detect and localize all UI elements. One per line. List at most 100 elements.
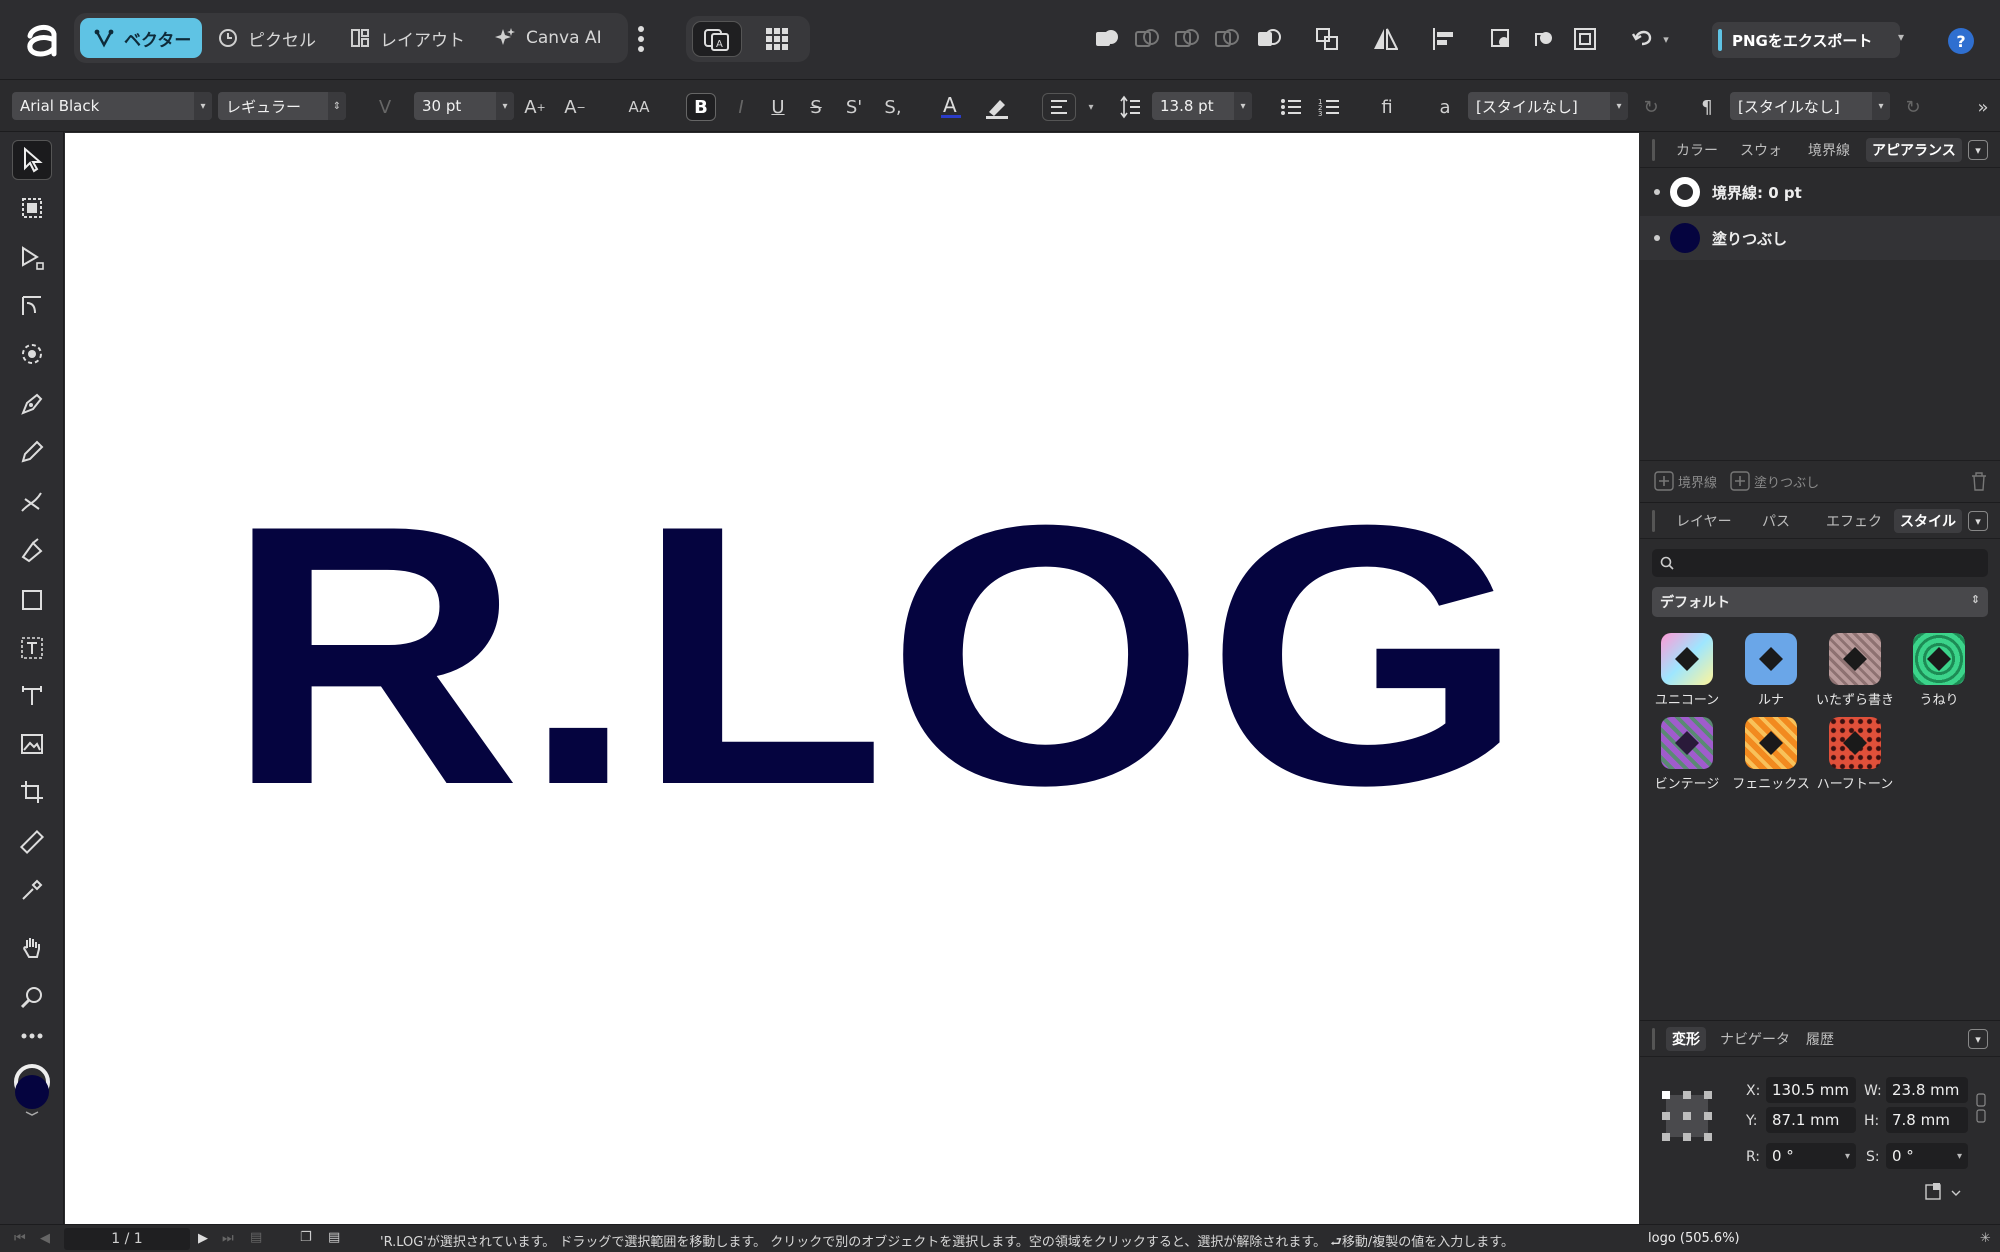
export-png-button[interactable]: PNGをエクスポート bbox=[1712, 22, 1900, 58]
spread-view-icon[interactable]: ❐ bbox=[300, 1230, 312, 1245]
persona-layout[interactable]: レイアウト bbox=[350, 18, 480, 58]
bold-button[interactable]: B bbox=[686, 93, 716, 121]
highlight-icon[interactable] bbox=[984, 93, 1010, 121]
w-field[interactable]: 23.8 mm bbox=[1886, 1077, 1968, 1103]
shear-field[interactable]: 0 ° ▾ bbox=[1886, 1143, 1968, 1169]
styles-category-select[interactable]: デフォルト ⇕ bbox=[1652, 587, 1988, 617]
more-tools-icon[interactable] bbox=[12, 1026, 52, 1046]
collapse-icon[interactable]: ▾ bbox=[1968, 1029, 1988, 1049]
page-field[interactable]: 1 / 1 bbox=[64, 1228, 190, 1250]
corner-tool-icon[interactable] bbox=[12, 286, 52, 326]
numbered-list-icon[interactable]: 123 bbox=[1316, 93, 1342, 121]
export-dropdown-icon[interactable]: ▾ bbox=[1898, 30, 1912, 44]
artistic-text-tool-icon[interactable] bbox=[12, 676, 52, 716]
transform-options-icon[interactable] bbox=[1924, 1181, 1964, 1201]
insert-target-icon[interactable] bbox=[1568, 22, 1602, 56]
prev-page-icon[interactable]: ◀ bbox=[40, 1231, 50, 1246]
italic-button[interactable]: I bbox=[728, 93, 754, 121]
stroke-swatch-icon[interactable] bbox=[1670, 177, 1700, 207]
panel-grip[interactable] bbox=[1652, 510, 1655, 532]
page-view-icon[interactable]: ▤ bbox=[328, 1230, 340, 1245]
leading-field[interactable]: 13.8 pt ▾ bbox=[1152, 92, 1252, 120]
add-page-icon[interactable]: ▤ bbox=[250, 1230, 262, 1245]
boolean-add-icon[interactable] bbox=[1090, 22, 1124, 56]
ligature-button[interactable]: fi bbox=[1374, 93, 1400, 121]
last-page-icon[interactable]: ⏭ bbox=[222, 1231, 234, 1246]
tab-stroke[interactable]: 境界線 bbox=[1802, 138, 1856, 162]
case-button[interactable]: AA bbox=[626, 93, 652, 121]
vector-brush-tool-icon[interactable] bbox=[12, 482, 52, 522]
superscript-button[interactable]: S' bbox=[841, 93, 867, 121]
decrease-font-size-icon[interactable]: A − bbox=[562, 93, 588, 121]
style-vintage[interactable]: ビンテージ bbox=[1648, 717, 1726, 801]
appearance-stroke-row[interactable]: 境界線: 0 pt bbox=[1654, 172, 1984, 212]
star-icon[interactable]: ✳ bbox=[1980, 1231, 1991, 1246]
lock-aspect-icon[interactable] bbox=[1976, 1093, 1986, 1123]
move-tool-icon[interactable] bbox=[12, 140, 52, 180]
text-color-icon[interactable]: A bbox=[938, 93, 964, 121]
paragraph-style-icon[interactable]: ¶ bbox=[1694, 93, 1720, 121]
panel-grip[interactable] bbox=[1652, 1028, 1655, 1050]
refresh-char-style-icon[interactable]: ↻ bbox=[1638, 93, 1664, 121]
add-stroke-button[interactable]: 境界線 bbox=[1654, 471, 1717, 491]
font-size-field[interactable]: 30 pt ▾ bbox=[414, 92, 514, 120]
color-picker-tool-icon[interactable] bbox=[12, 870, 52, 910]
font-family-select[interactable]: Arial Black ▾ bbox=[12, 92, 212, 120]
collapse-icon[interactable]: ▾ bbox=[1968, 140, 1988, 160]
shape-builder-tool-icon[interactable] bbox=[12, 334, 52, 374]
snapping-icon[interactable] bbox=[1526, 22, 1560, 56]
style-swirl[interactable]: うねり bbox=[1900, 633, 1978, 717]
persona-vector[interactable]: ベクター bbox=[80, 18, 202, 58]
transform-origin-icon[interactable] bbox=[1484, 22, 1518, 56]
collapse-icon[interactable]: ▾ bbox=[1968, 511, 1988, 531]
grid-icon[interactable] bbox=[752, 21, 802, 57]
tab-styles[interactable]: スタイル bbox=[1894, 509, 1962, 533]
style-unicorn[interactable]: ユニコーン bbox=[1648, 633, 1726, 717]
appearance-fill-row[interactable]: 塗りつぶし bbox=[1640, 216, 2000, 260]
h-field[interactable]: 7.8 mm bbox=[1886, 1107, 1968, 1133]
undo-dropdown-icon[interactable]: ▾ bbox=[1658, 22, 1674, 56]
boolean-divide-icon[interactable] bbox=[1252, 22, 1286, 56]
rectangle-tool-icon[interactable] bbox=[12, 580, 52, 620]
tab-layers[interactable]: レイヤー bbox=[1670, 509, 1738, 533]
text-frame-icon[interactable]: A bbox=[692, 21, 742, 57]
strikethrough-button[interactable]: S bbox=[803, 93, 829, 121]
tab-color[interactable]: カラー bbox=[1670, 138, 1724, 162]
style-halftone[interactable]: ハーフトーン bbox=[1816, 717, 1894, 801]
fill-stroke-swatch[interactable] bbox=[10, 1062, 54, 1118]
character-style-select[interactable]: [スタイルなし] ▾ bbox=[1468, 92, 1628, 120]
undo-icon[interactable] bbox=[1626, 22, 1660, 56]
style-phoenix[interactable]: フェニックス bbox=[1732, 717, 1810, 801]
pen-tool-icon[interactable] bbox=[12, 384, 52, 424]
image-tool-icon[interactable] bbox=[12, 724, 52, 764]
leading-icon[interactable] bbox=[1118, 93, 1144, 121]
next-page-icon[interactable]: ▶ bbox=[198, 1231, 208, 1246]
rlog-text-object[interactable]: R.LOG bbox=[225, 449, 1525, 862]
x-field[interactable]: 130.5 mm bbox=[1766, 1077, 1856, 1103]
help-icon[interactable]: ? bbox=[1948, 28, 1974, 54]
boolean-intersect-icon[interactable] bbox=[1170, 22, 1204, 56]
persona-pixel[interactable]: ピクセル bbox=[218, 18, 328, 58]
align-left-button[interactable] bbox=[1042, 93, 1076, 121]
styles-search-input[interactable] bbox=[1652, 549, 1988, 577]
pencil-tool-icon[interactable] bbox=[12, 432, 52, 472]
add-fill-button[interactable]: 塗りつぶし bbox=[1730, 471, 1819, 491]
text-frame-tool-icon[interactable] bbox=[12, 628, 52, 668]
tab-appearance[interactable]: アピアランス bbox=[1866, 138, 1962, 162]
measure-tool-icon[interactable] bbox=[12, 822, 52, 862]
tab-navigator[interactable]: ナビゲータ bbox=[1714, 1027, 1796, 1051]
document-canvas[interactable]: R.LOG bbox=[65, 133, 1639, 1225]
more-options-icon[interactable] bbox=[636, 24, 646, 54]
character-style-icon[interactable]: a bbox=[1432, 93, 1458, 121]
panel-grip[interactable] bbox=[1652, 139, 1655, 161]
bullet-list-icon[interactable] bbox=[1278, 93, 1304, 121]
node-tool-icon[interactable] bbox=[12, 238, 52, 278]
trash-icon[interactable] bbox=[1970, 471, 1988, 495]
refresh-para-style-icon[interactable]: ↻ bbox=[1900, 93, 1926, 121]
tab-history[interactable]: 履歴 bbox=[1800, 1027, 1840, 1051]
font-style-select[interactable]: レギュラー ⇕ bbox=[218, 92, 346, 120]
first-page-icon[interactable]: ⏮ bbox=[14, 1231, 26, 1246]
boolean-xor-icon[interactable] bbox=[1210, 22, 1244, 56]
tab-paths[interactable]: パス bbox=[1756, 509, 1796, 533]
style-luna[interactable]: ルナ bbox=[1732, 633, 1810, 717]
